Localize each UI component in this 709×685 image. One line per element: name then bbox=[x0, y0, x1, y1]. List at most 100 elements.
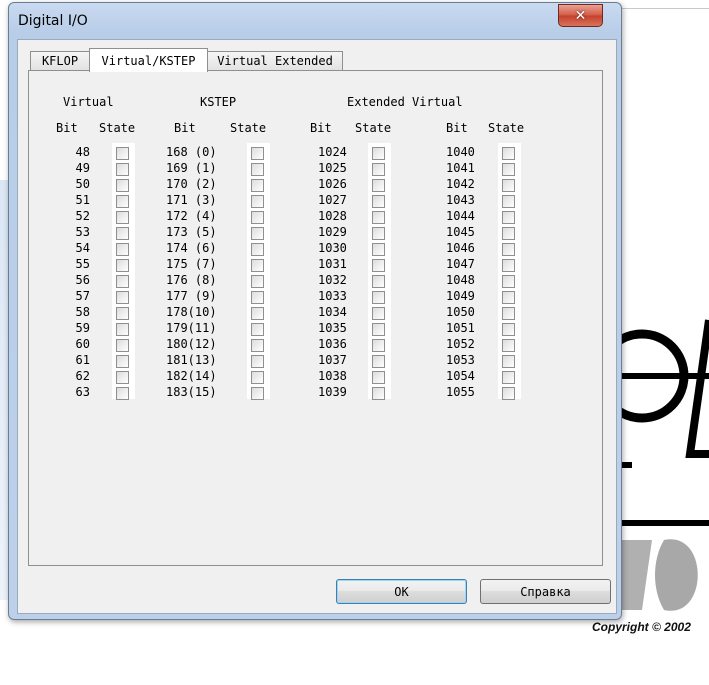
state-checkbox[interactable] bbox=[372, 371, 385, 384]
bit-label: 176 (8) bbox=[166, 273, 217, 287]
state-checkbox[interactable] bbox=[116, 323, 129, 336]
state-checkbox[interactable] bbox=[251, 307, 264, 320]
header-bit: Bit bbox=[56, 121, 78, 135]
state-checkbox[interactable] bbox=[251, 339, 264, 352]
state-checkbox[interactable] bbox=[372, 147, 385, 160]
bit-label: 54 bbox=[75, 241, 90, 255]
state-checkbox[interactable] bbox=[372, 163, 385, 176]
ok-button[interactable]: OK bbox=[336, 579, 467, 604]
state-checkbox[interactable] bbox=[251, 195, 264, 208]
bit-label: 61 bbox=[75, 353, 90, 367]
close-button[interactable]: ✕ bbox=[558, 4, 603, 27]
state-checkbox[interactable] bbox=[372, 291, 385, 304]
state-checkbox[interactable] bbox=[372, 387, 385, 400]
state-checkbox[interactable] bbox=[372, 275, 385, 288]
state-checkbox[interactable] bbox=[116, 355, 129, 368]
bit-label: 170 (2) bbox=[166, 177, 217, 191]
state-checkbox[interactable] bbox=[116, 195, 129, 208]
state-checkbox[interactable] bbox=[116, 275, 129, 288]
state-checkbox[interactable] bbox=[372, 227, 385, 240]
state-checkbox[interactable] bbox=[251, 179, 264, 192]
state-checkbox[interactable] bbox=[116, 211, 129, 224]
state-checkbox[interactable] bbox=[372, 307, 385, 320]
bit-label: 52 bbox=[75, 209, 90, 223]
state-checkbox[interactable] bbox=[251, 211, 264, 224]
tab-kflop[interactable]: KFLOP bbox=[30, 51, 90, 70]
header-bit: Bit bbox=[310, 121, 332, 135]
state-checkbox[interactable] bbox=[251, 291, 264, 304]
bit-label: 1044 bbox=[446, 209, 475, 223]
state-checkbox[interactable] bbox=[251, 163, 264, 176]
state-checkbox[interactable] bbox=[502, 147, 515, 160]
bit-label: 1029 bbox=[318, 225, 347, 239]
bit-label: 1054 bbox=[446, 369, 475, 383]
window-title: Digital I/O bbox=[18, 13, 88, 29]
logo-graphic-icon bbox=[595, 319, 709, 611]
state-checkbox[interactable] bbox=[251, 147, 264, 160]
state-checkbox[interactable] bbox=[502, 195, 515, 208]
state-checkbox[interactable] bbox=[502, 243, 515, 256]
state-checkbox[interactable] bbox=[251, 243, 264, 256]
state-checkbox[interactable] bbox=[116, 227, 129, 240]
bit-label: 63 bbox=[75, 385, 90, 399]
bit-label: 58 bbox=[75, 305, 90, 319]
bit-label: 1055 bbox=[446, 385, 475, 399]
bit-label: 48 bbox=[75, 145, 90, 159]
state-checkbox[interactable] bbox=[502, 211, 515, 224]
bit-label: 1027 bbox=[318, 193, 347, 207]
state-checkbox[interactable] bbox=[116, 243, 129, 256]
state-checkbox[interactable] bbox=[502, 339, 515, 352]
state-checkbox[interactable] bbox=[502, 355, 515, 368]
state-checkbox[interactable] bbox=[251, 323, 264, 336]
bit-label: 1040 bbox=[446, 145, 475, 159]
state-checkbox[interactable] bbox=[502, 371, 515, 384]
state-checkbox[interactable] bbox=[372, 179, 385, 192]
tab-virtual-kstep[interactable]: Virtual/KSTEP bbox=[89, 48, 208, 72]
state-checkbox[interactable] bbox=[116, 259, 129, 272]
state-checkbox[interactable] bbox=[502, 275, 515, 288]
state-checkbox[interactable] bbox=[502, 307, 515, 320]
state-checkbox[interactable] bbox=[116, 387, 129, 400]
state-checkbox[interactable] bbox=[502, 291, 515, 304]
state-checkbox[interactable] bbox=[502, 387, 515, 400]
state-checkbox[interactable] bbox=[502, 163, 515, 176]
state-checkbox[interactable] bbox=[372, 339, 385, 352]
header-state: State bbox=[355, 121, 392, 135]
bit-label: 1053 bbox=[446, 353, 475, 367]
help-button[interactable]: Справка bbox=[480, 579, 611, 604]
state-checkbox[interactable] bbox=[372, 355, 385, 368]
bit-label: 180(12) bbox=[166, 337, 217, 351]
state-checkbox[interactable] bbox=[372, 323, 385, 336]
state-checkbox[interactable] bbox=[251, 371, 264, 384]
state-checkbox[interactable] bbox=[502, 179, 515, 192]
bit-label: 1025 bbox=[318, 161, 347, 175]
state-checkbox[interactable] bbox=[372, 211, 385, 224]
state-checkbox[interactable] bbox=[116, 163, 129, 176]
bit-label: 1045 bbox=[446, 225, 475, 239]
state-checkbox[interactable] bbox=[502, 323, 515, 336]
state-checkbox[interactable] bbox=[372, 243, 385, 256]
state-checkbox[interactable] bbox=[116, 179, 129, 192]
tab-virtual-extended[interactable]: Virtual Extended bbox=[207, 51, 343, 70]
state-checkbox[interactable] bbox=[116, 291, 129, 304]
state-checkbox[interactable] bbox=[502, 259, 515, 272]
bit-label: 62 bbox=[75, 369, 90, 383]
state-checkbox[interactable] bbox=[116, 339, 129, 352]
bit-label: 60 bbox=[75, 337, 90, 351]
bit-label: 1030 bbox=[318, 241, 347, 255]
state-checkbox[interactable] bbox=[372, 195, 385, 208]
state-checkbox[interactable] bbox=[372, 259, 385, 272]
close-icon: ✕ bbox=[574, 7, 587, 24]
state-checkbox[interactable] bbox=[251, 387, 264, 400]
state-checkbox[interactable] bbox=[116, 307, 129, 320]
state-checkbox[interactable] bbox=[251, 355, 264, 368]
state-checkbox[interactable] bbox=[251, 259, 264, 272]
state-checkbox[interactable] bbox=[116, 147, 129, 160]
bit-label: 55 bbox=[75, 257, 90, 271]
bit-label: 57 bbox=[75, 289, 90, 303]
tab-panel-virtual-kstep: Virtual KSTEP Extended Virtual Bit State… bbox=[28, 70, 603, 566]
state-checkbox[interactable] bbox=[116, 371, 129, 384]
state-checkbox[interactable] bbox=[251, 275, 264, 288]
state-checkbox[interactable] bbox=[251, 227, 264, 240]
state-checkbox[interactable] bbox=[502, 227, 515, 240]
